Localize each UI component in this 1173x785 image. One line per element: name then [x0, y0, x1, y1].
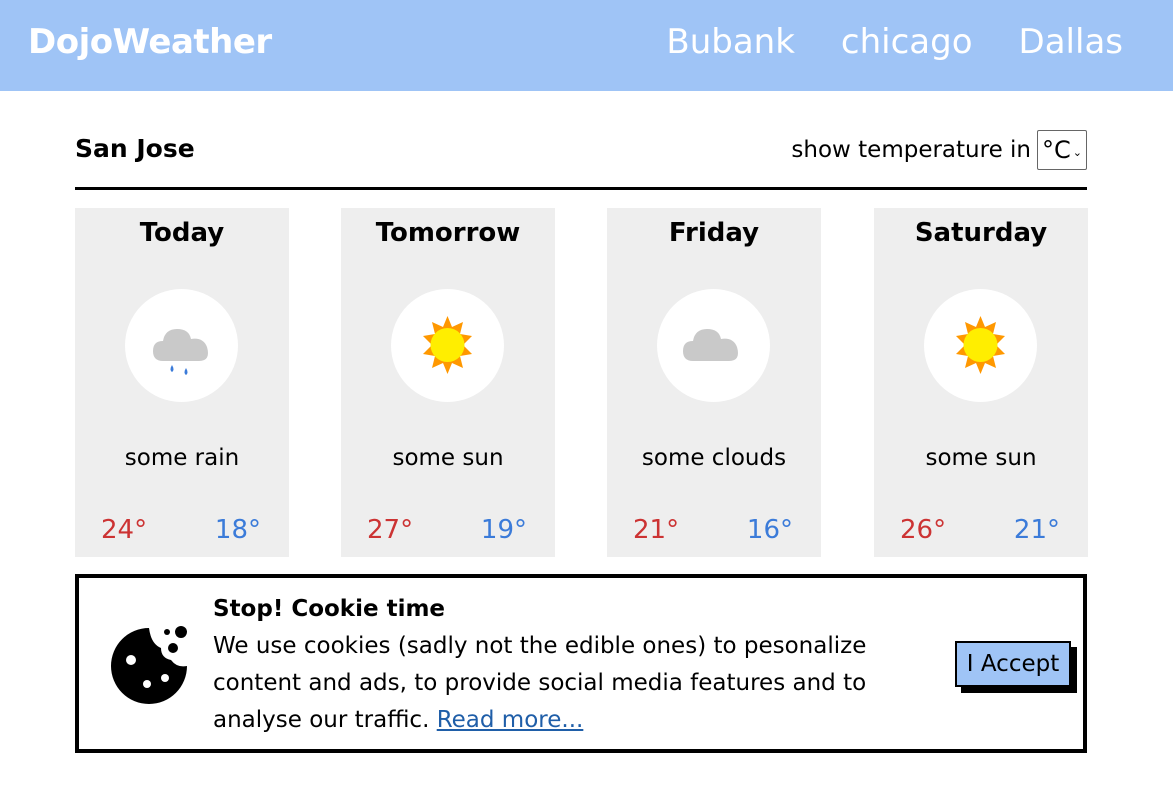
brand-logo[interactable]: DojoWeather	[28, 22, 272, 62]
sun-icon	[956, 316, 1005, 374]
sun-icon	[423, 316, 472, 374]
main-content: San Jose show temperature in °C ⌄ Today …	[75, 130, 1088, 557]
read-more-link[interactable]: Read more...	[437, 707, 584, 733]
unit-selector-group: show temperature in °C ⌄	[791, 130, 1087, 170]
forecast-day: Friday	[668, 218, 760, 248]
nav-link-bubank[interactable]: Bubank	[666, 22, 795, 62]
nav-link-dallas[interactable]: Dallas	[1019, 22, 1123, 62]
high-temperature: 26°	[900, 515, 947, 545]
forecast-card[interactable]: Saturday some sun 26° 21°	[874, 208, 1088, 557]
forecast-card[interactable]: Tomorrow some sun 27° 19°	[341, 208, 555, 557]
unit-select[interactable]: °C ⌄	[1037, 130, 1087, 170]
low-temperature: 19°	[480, 515, 527, 545]
high-temperature: 24°	[101, 515, 148, 545]
accept-button[interactable]: I Accept	[955, 641, 1071, 687]
cookie-banner: Stop! Cookie time We use cookies (sadly …	[75, 574, 1087, 753]
forecast-day: Saturday	[914, 218, 1048, 248]
low-temperature: 21°	[1013, 515, 1060, 545]
nav-link-chicago[interactable]: chicago	[841, 22, 973, 62]
high-temperature: 21°	[633, 515, 680, 545]
forecast-card[interactable]: Today some rain 24° 18°	[75, 208, 289, 557]
forecast-day: Today	[139, 218, 225, 248]
forecast-cards: Today some rain 24° 18° Tomorrow some su…	[75, 208, 1088, 557]
unit-select-value: °C	[1042, 136, 1071, 164]
city-title: San Jose	[75, 134, 195, 163]
forecast-description: some rain	[124, 445, 240, 471]
forecast-card[interactable]: Friday some clouds 21° 16°	[607, 208, 821, 557]
top-navbar: DojoWeather Bubank chicago Dallas	[0, 0, 1173, 91]
unit-label: show temperature in	[791, 137, 1031, 163]
low-temperature: 16°	[746, 515, 793, 545]
chevron-down-icon: ⌄	[1072, 145, 1082, 159]
forecast-description: some sun	[925, 445, 1037, 471]
low-temperature: 18°	[214, 515, 261, 545]
high-temperature: 27°	[367, 515, 414, 545]
location-header: San Jose show temperature in °C ⌄	[75, 130, 1087, 190]
weather-icon-container	[391, 289, 504, 402]
forecast-day: Tomorrow	[375, 218, 521, 248]
forecast-description: some sun	[392, 445, 504, 471]
weather-icon-container	[657, 289, 770, 402]
weather-icon-container	[125, 289, 238, 402]
forecast-description: some clouds	[641, 445, 787, 471]
cloud-icon	[683, 329, 738, 361]
rain-cloud-icon	[153, 329, 208, 375]
weather-icon-container	[924, 289, 1037, 402]
cookie-message: We use cookies (sadly not the edible one…	[213, 628, 913, 739]
cookie-icon	[107, 624, 191, 712]
cookie-title: Stop! Cookie time	[213, 596, 446, 622]
city-nav: Bubank chicago Dallas	[666, 22, 1123, 62]
